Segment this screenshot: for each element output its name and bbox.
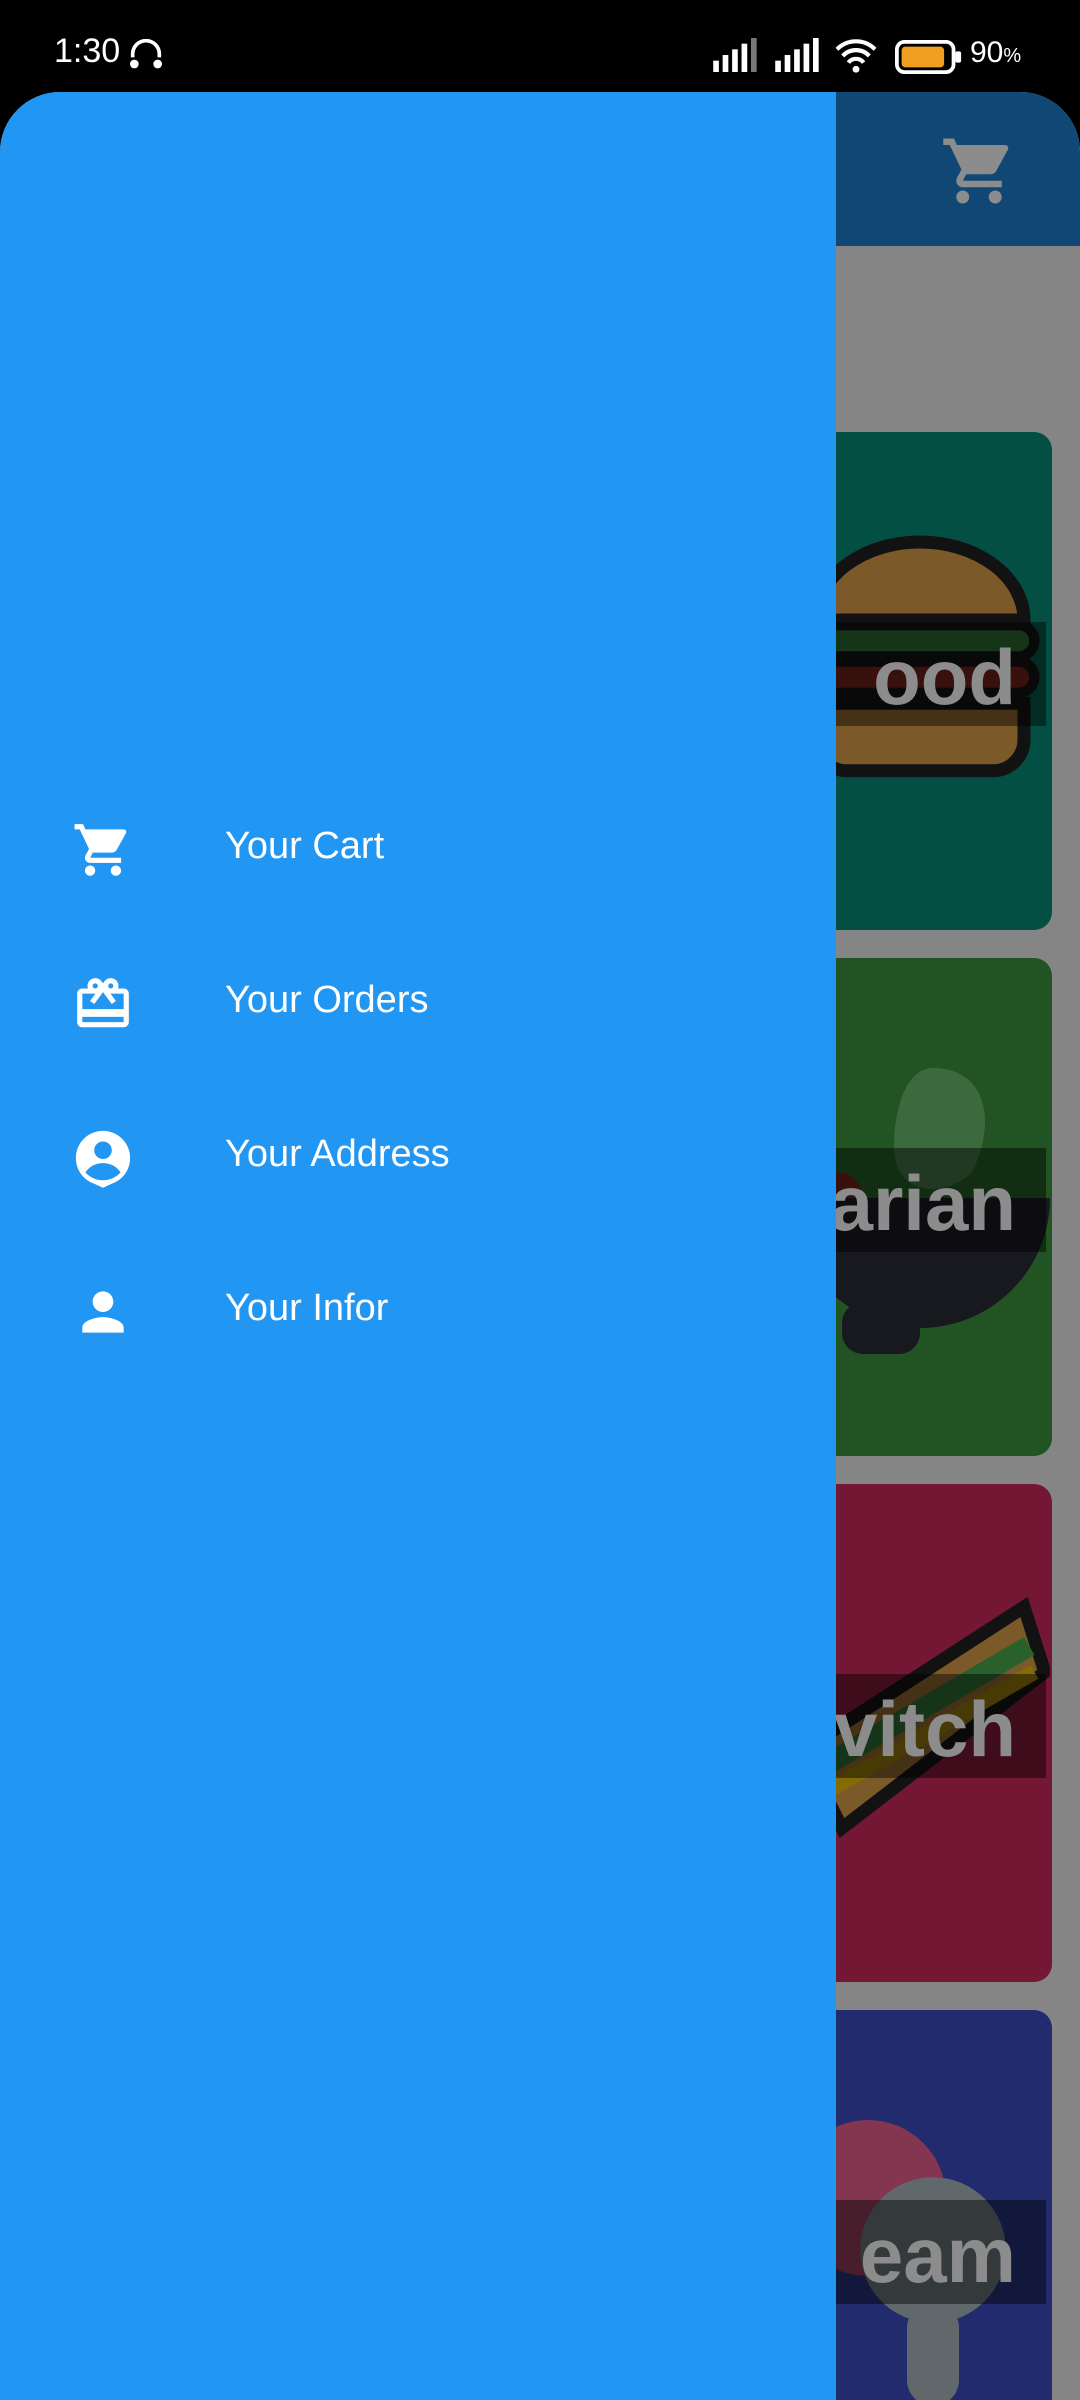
battery-icon: [895, 40, 962, 74]
navigation-drawer: Your Cart Your Orders Your Address Your …: [0, 92, 836, 2400]
signal-icon: [775, 38, 819, 72]
signal-icon: [713, 38, 757, 72]
status-time: 1:30: [54, 32, 121, 70]
drawer-item-cart[interactable]: Your Cart: [0, 781, 836, 911]
drawer-item-label: Your Address: [225, 1133, 450, 1175]
drawer-item-label: Your Orders: [225, 979, 429, 1021]
battery-percentage: 90%: [970, 36, 1022, 69]
person-icon: [82, 1291, 124, 1333]
drawer-item-orders[interactable]: Your Orders: [0, 935, 836, 1065]
wifi-icon: [835, 39, 877, 73]
status-bar: 1:30 90%: [0, 0, 1080, 92]
drawer-item-label: Your Infor: [225, 1287, 389, 1329]
cart-icon: [74, 824, 127, 876]
drawer-item-info[interactable]: Your Infor: [0, 1243, 836, 1373]
gift-card-icon: [77, 978, 129, 1028]
headphone-icon: [130, 38, 162, 69]
drawer-item-address[interactable]: Your Address: [0, 1089, 836, 1219]
account-pin-icon: [75, 1130, 131, 1188]
drawer-item-label: Your Cart: [225, 825, 385, 867]
